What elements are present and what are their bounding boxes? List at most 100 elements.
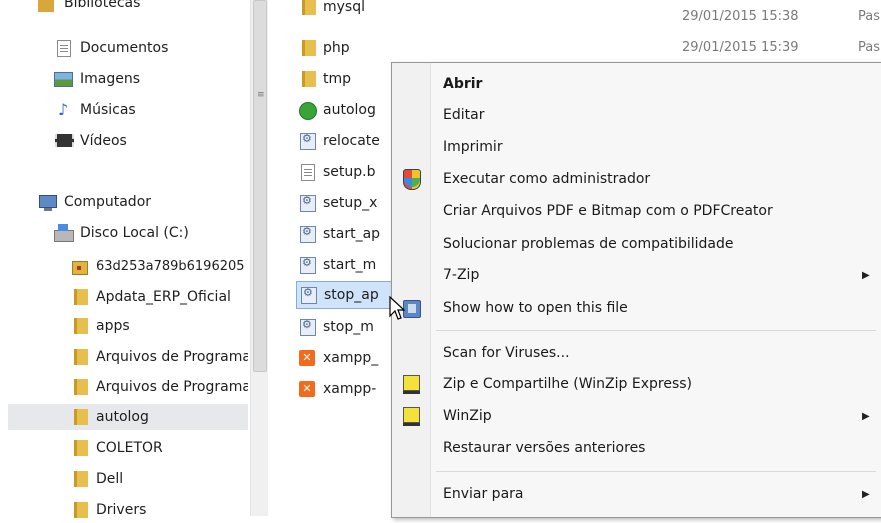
menu-item-label: Scan for Viruses...	[443, 345, 570, 361]
folder-icon	[70, 439, 88, 457]
folder-icon	[70, 288, 88, 306]
file-name: xampp_	[323, 350, 379, 366]
file-date: 29/01/2015 15:39	[682, 40, 799, 55]
menu-item-label: Enviar para	[443, 486, 524, 502]
file-row-start-apache[interactable]: start_ap	[298, 221, 380, 247]
file-row-setup-x[interactable]: setup_x	[298, 190, 377, 216]
submenu-arrow-icon: ▶	[862, 269, 870, 281]
nav-item-computer[interactable]: Computador	[38, 189, 151, 215]
folder-icon	[298, 39, 316, 57]
folder-icon	[298, 70, 316, 88]
nav-item-folder-63d253a[interactable]: 63d253a789b6196205	[70, 253, 248, 279]
file-name: php	[323, 40, 350, 56]
file-row-autolog[interactable]: autolog	[298, 97, 376, 123]
scrollbar-grip-icon: ≡	[257, 90, 265, 100]
file-row-start-mysql[interactable]: start_m	[298, 252, 376, 278]
menu-item-label: Editar	[443, 107, 485, 123]
menu-item-label: Executar como administrador	[443, 171, 651, 187]
nav-item-videos[interactable]: Vídeos	[54, 128, 127, 154]
file-name: tmp	[323, 71, 352, 87]
file-name: relocate	[323, 133, 380, 149]
file-row-relocate[interactable]: relocate	[298, 128, 380, 154]
file-row-mysql[interactable]: mysql	[298, 0, 365, 20]
nav-item-program-files[interactable]: Arquivos de Programas	[70, 344, 248, 370]
globe-icon	[298, 101, 317, 120]
menu-separator	[436, 471, 876, 472]
document-icon	[298, 163, 316, 181]
nav-item-documents[interactable]: Documentos	[54, 35, 168, 61]
mouse-cursor-icon	[389, 296, 405, 320]
menu-item-scan-for-viruses[interactable]: Scan for Viruses...	[392, 338, 880, 368]
file-date: 29/01/2015 15:38	[682, 9, 799, 24]
file-name: xampp-	[323, 381, 377, 397]
menu-item-troubleshoot-compatibility[interactable]: Solucionar problemas de compatibilidade	[392, 229, 880, 259]
nav-item-apps[interactable]: apps	[70, 313, 248, 339]
navigation-scrollbar[interactable]: ≡	[250, 0, 268, 516]
nav-item-autolog[interactable]: autolog	[8, 404, 248, 430]
scrollbar-thumb[interactable]: ≡	[253, 0, 267, 372]
folder-icon	[70, 317, 88, 335]
uac-shield-icon	[401, 169, 421, 190]
menu-item-show-how-to-open[interactable]: Show how to open this file	[392, 293, 880, 323]
nav-item-drivers[interactable]: Drivers	[70, 497, 248, 523]
menu-item-label: Restaurar versões anteriores	[443, 440, 646, 456]
menu-item-editar[interactable]: Editar	[392, 100, 880, 130]
nav-item-music[interactable]: ♪ Músicas	[54, 97, 136, 123]
nav-item-label: Arquivos de Programas (x86)	[96, 379, 248, 395]
nav-item-label: COLETOR	[96, 440, 163, 456]
menu-item-run-as-admin[interactable]: Executar como administrador	[392, 164, 880, 194]
xampp-icon: ✕	[298, 349, 316, 367]
nav-item-libraries[interactable]: Bibliotecas	[38, 0, 140, 14]
nav-item-program-files-x86[interactable]: Arquivos de Programas (x86)	[70, 374, 248, 400]
file-row-xampp-1[interactable]: ✕ xampp_	[298, 345, 378, 371]
nav-item-label: Bibliotecas	[64, 0, 141, 11]
nav-item-label: autolog	[96, 409, 149, 425]
nav-item-label: Imagens	[80, 71, 141, 87]
menu-item-send-to[interactable]: Enviar para ▶	[392, 479, 880, 509]
folder-icon	[70, 408, 88, 426]
menu-item-label: 7-Zip	[443, 267, 480, 283]
file-name: start_ap	[323, 226, 381, 242]
navigation-pane: Bibliotecas Documentos Imagens ♪ Músicas…	[0, 0, 250, 518]
menu-item-winzip[interactable]: WinZip ▶	[392, 401, 880, 431]
submenu-arrow-icon: ▶	[862, 488, 870, 500]
menu-item-imprimir[interactable]: Imprimir	[392, 132, 880, 162]
menu-item-restore-previous-versions[interactable]: Restaurar versões anteriores	[392, 433, 880, 463]
file-row-xampp-2[interactable]: ✕ xampp-	[298, 376, 376, 402]
file-name: start_m	[323, 257, 377, 273]
nav-item-apdata[interactable]: Apdata_ERP_Oficial	[70, 284, 248, 310]
documents-icon	[54, 39, 72, 57]
nav-item-coletor[interactable]: COLETOR	[70, 435, 248, 461]
file-type: Pas	[858, 9, 880, 24]
nav-item-dell[interactable]: Dell	[70, 466, 248, 492]
library-icon	[38, 0, 56, 12]
file-row-tmp[interactable]: tmp	[298, 66, 351, 92]
menu-item-label: Show how to open this file	[443, 300, 628, 316]
nav-item-pictures[interactable]: Imagens	[54, 66, 140, 92]
nav-item-label: Disco Local (C:)	[80, 225, 189, 241]
menu-separator	[436, 330, 876, 331]
videos-icon	[54, 132, 74, 150]
music-icon: ♪	[58, 100, 69, 119]
nav-item-label: 63d253a789b6196205	[96, 258, 245, 274]
menu-item-pdfcreator[interactable]: Criar Arquivos PDF e Bitmap com o PDFCre…	[392, 196, 880, 226]
menu-item-winzip-express[interactable]: Zip e Compartilhe (WinZip Express)	[392, 369, 880, 399]
locked-folder-icon	[70, 257, 88, 275]
file-name: autolog	[323, 102, 376, 118]
file-row-stop-mysql[interactable]: stop_m	[298, 314, 374, 340]
file-row-php[interactable]: php	[298, 35, 350, 61]
nav-item-local-disk[interactable]: Disco Local (C:)	[54, 220, 189, 246]
nav-item-label: Computador	[64, 194, 152, 210]
menu-item-abrir[interactable]: Abrir	[392, 69, 880, 99]
file-row-setup-bat[interactable]: setup.b	[298, 159, 376, 185]
file-type: Pas	[858, 40, 880, 55]
nav-item-label: Vídeos	[80, 133, 127, 149]
nav-item-label: Apdata_ERP_Oficial	[96, 289, 231, 305]
submenu-arrow-icon: ▶	[862, 410, 870, 422]
menu-item-label: Criar Arquivos PDF e Bitmap com o PDFCre…	[443, 203, 773, 219]
computer-icon	[38, 193, 57, 211]
file-row-stop-apache[interactable]: stop_ap	[296, 281, 396, 309]
folder-icon	[70, 348, 88, 366]
menu-item-7zip[interactable]: 7-Zip ▶	[392, 260, 880, 290]
context-menu: Abrir Editar Imprimir Executar como admi…	[391, 62, 881, 518]
